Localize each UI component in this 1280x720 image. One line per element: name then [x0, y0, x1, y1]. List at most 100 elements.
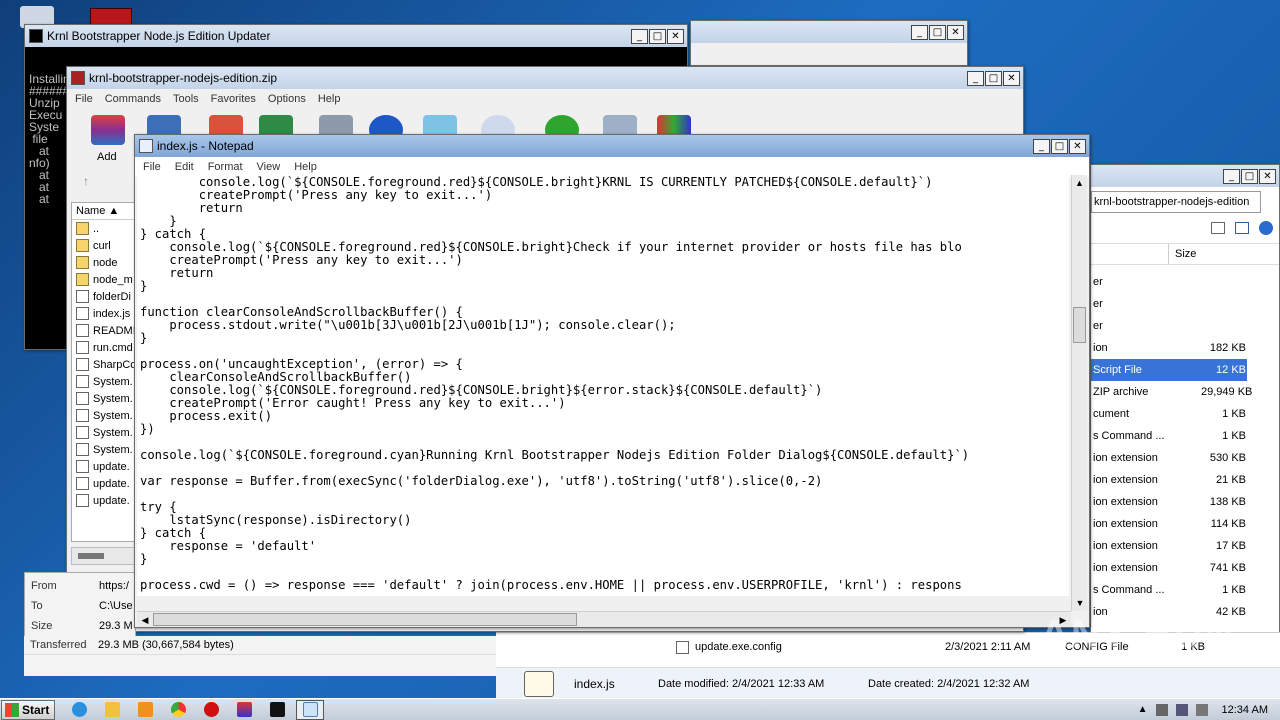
winrar-menu-tools[interactable]: Tools [173, 93, 199, 105]
table-row[interactable]: er [1091, 293, 1247, 315]
list-item[interactable]: update. [72, 492, 134, 509]
notepad-menu-view[interactable]: View [257, 161, 281, 173]
horizontal-scroll-thumb[interactable] [153, 613, 577, 626]
file-icon [76, 375, 89, 388]
preview-pane-icon[interactable] [1235, 222, 1249, 234]
maximize-button[interactable]: □ [1051, 138, 1068, 154]
list-item[interactable]: System. [72, 441, 134, 458]
up-arrow-icon[interactable]: ↑ [83, 175, 95, 187]
notepad-menu-format[interactable]: Format [208, 161, 243, 173]
size-column-header[interactable]: Size [1091, 243, 1279, 265]
minimize-button[interactable]: _ [967, 70, 984, 86]
table-row[interactable]: ZIP archive 29,949 KB [1091, 381, 1252, 403]
clock[interactable]: 12:34 AM [1222, 704, 1268, 716]
system-tray: ▲ 12:34 AM [1138, 703, 1280, 716]
info-value: 29.3 M [99, 620, 133, 632]
table-row[interactable]: ion extension 21 KB [1091, 469, 1247, 491]
table-row[interactable]: er [1091, 315, 1247, 337]
winrar-menu-file[interactable]: File [75, 93, 93, 105]
winrar-menu-options[interactable]: Options [268, 93, 306, 105]
table-row[interactable]: ion extension 530 KB [1091, 447, 1247, 469]
list-item[interactable]: SharpCo [72, 356, 136, 373]
table-row[interactable]: ion 182 KB [1091, 337, 1247, 359]
explorer-titlebar[interactable]: _ □ ✕ [1091, 165, 1279, 187]
volume-icon[interactable] [1195, 703, 1208, 716]
table-row[interactable]: ion extension 741 KB [1091, 557, 1247, 579]
editor-text-area[interactable]: console.log(`${CONSOLE.foreground.red}${… [137, 173, 1069, 596]
help-icon[interactable] [1259, 221, 1273, 235]
table-row[interactable]: ion extension 114 KB [1091, 513, 1247, 535]
minimize-button[interactable]: _ [631, 28, 648, 44]
list-item[interactable]: System. [72, 390, 134, 407]
close-button[interactable]: ✕ [1003, 70, 1020, 86]
add-archive-icon[interactable] [91, 115, 125, 145]
table-row[interactable]: Script File 12 KB [1091, 359, 1247, 381]
name-column-header[interactable]: Name ▲ [72, 203, 134, 220]
winrar-taskbar-button[interactable] [230, 700, 258, 720]
notepad-taskbar-button[interactable] [296, 699, 324, 720]
minimize-button[interactable]: _ [911, 24, 928, 40]
winrar-statusbar [71, 547, 135, 565]
maximize-button[interactable]: □ [929, 24, 946, 40]
console-taskbar-button[interactable] [263, 700, 291, 720]
minimize-button[interactable]: _ [1033, 138, 1050, 154]
ie-taskbar-button[interactable] [65, 700, 93, 720]
notepad-menu-file[interactable]: File [143, 161, 161, 173]
winrar-menu-commands[interactable]: Commands [105, 93, 161, 105]
list-item[interactable]: run.cmd [72, 339, 134, 356]
start-button[interactable]: Start [1, 699, 55, 720]
list-item[interactable]: update. [72, 475, 134, 492]
action-center-icon[interactable] [1155, 703, 1168, 716]
vertical-scrollbar[interactable]: ▲ ▼ [1071, 175, 1087, 611]
close-button[interactable]: ✕ [667, 28, 684, 44]
tray-expand-icon[interactable]: ▲ [1138, 704, 1148, 715]
list-item[interactable]: System. [72, 424, 134, 441]
winrar-menu-help[interactable]: Help [318, 93, 341, 105]
list-item[interactable]: folderDi [72, 288, 134, 305]
notepad-titlebar[interactable]: index.js - Notepad _ □ ✕ [135, 135, 1089, 157]
table-row[interactable]: er [1091, 271, 1247, 293]
winrar-menu-favorites[interactable]: Favorites [211, 93, 256, 105]
table-row[interactable]: s Command ... 1 KB [1091, 425, 1247, 447]
list-item[interactable]: update. [72, 458, 134, 475]
explorer-taskbar-button[interactable] [98, 700, 126, 720]
address-bar[interactable]: krnl-bootstrapper-nodejs-edition [1091, 191, 1261, 213]
view-icon[interactable] [1211, 222, 1225, 234]
list-item[interactable]: System. [72, 407, 134, 424]
network-icon[interactable] [1175, 703, 1188, 716]
notepad-menu-help[interactable]: Help [294, 161, 317, 173]
close-button[interactable]: ✕ [947, 24, 964, 40]
scroll-down-arrow[interactable]: ▼ [1072, 595, 1088, 611]
list-item[interactable]: .. [72, 220, 134, 237]
vertical-scroll-thumb[interactable] [1073, 307, 1086, 343]
updater-titlebar[interactable]: Krnl Bootstrapper Node.js Edition Update… [25, 25, 687, 47]
maximize-button[interactable]: □ [649, 28, 666, 44]
maximize-button[interactable]: □ [985, 70, 1002, 86]
list-item[interactable]: System. [72, 373, 134, 390]
desktop-icon-strip [0, 0, 24, 698]
minimize-button[interactable]: _ [1223, 168, 1240, 184]
winrar-titlebar[interactable]: krnl-bootstrapper-nodejs-edition.zip _ □… [67, 67, 1023, 89]
row-type: ion [1093, 342, 1108, 354]
table-row[interactable]: s Command ... 1 KB [1091, 579, 1247, 601]
list-item[interactable]: index.js [72, 305, 134, 322]
list-item[interactable]: node_m [72, 271, 134, 288]
opera-taskbar-button[interactable] [197, 700, 225, 720]
close-button[interactable]: ✕ [1069, 138, 1086, 154]
list-item[interactable]: curl [72, 237, 134, 254]
table-row[interactable]: cument 1 KB [1091, 403, 1247, 425]
horizontal-scrollbar[interactable]: ◀ ▶ [137, 611, 1071, 627]
list-item[interactable]: READMI [72, 322, 136, 339]
add-label[interactable]: Add [97, 151, 117, 163]
scroll-left-arrow[interactable]: ◀ [137, 612, 153, 627]
explorer-back-titlebar[interactable]: _ □ ✕ [691, 21, 967, 43]
table-row[interactable]: ion extension 138 KB [1091, 491, 1247, 513]
scroll-up-arrow[interactable]: ▲ [1072, 175, 1087, 191]
notepad-menu-edit[interactable]: Edit [175, 161, 194, 173]
close-button[interactable]: ✕ [1259, 168, 1276, 184]
media-player-taskbar-button[interactable] [131, 700, 159, 720]
list-item[interactable]: node [72, 254, 134, 271]
maximize-button[interactable]: □ [1241, 168, 1258, 184]
chrome-taskbar-button[interactable] [164, 700, 192, 720]
table-row[interactable]: ion extension 17 KB [1091, 535, 1247, 557]
